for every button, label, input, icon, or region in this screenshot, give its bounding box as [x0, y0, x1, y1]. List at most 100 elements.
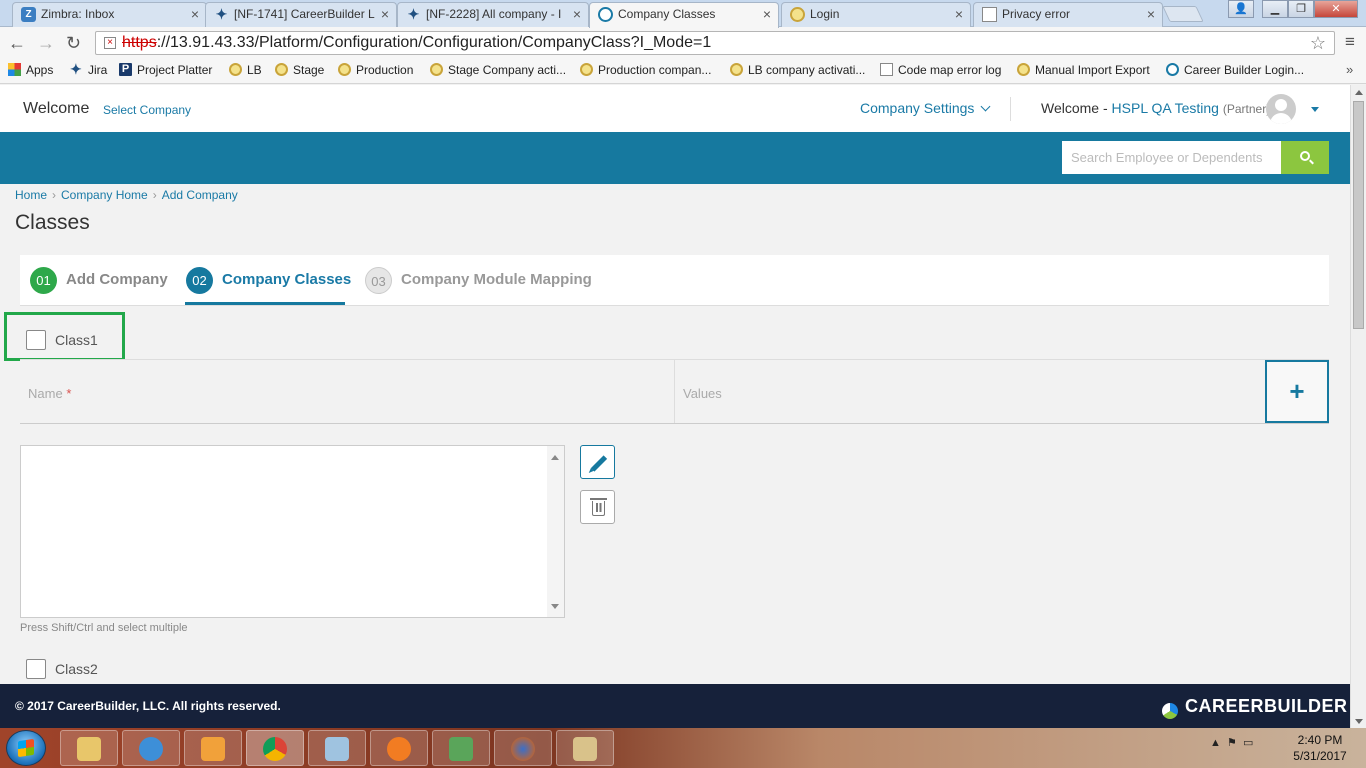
page-icon [880, 63, 893, 76]
system-tray-icons[interactable]: ▲ ⚑ ▭ [1210, 736, 1253, 749]
browser-tab-nf1741[interactable]: ✦ [NF-1741] CareerBuilder L × [205, 2, 397, 27]
bookmark-code-map[interactable]: Code map error log [880, 63, 1001, 77]
bookmark-project-platter[interactable]: P Project Platter [119, 63, 212, 77]
step-number: 01 [30, 267, 57, 294]
scroll-up-icon[interactable] [1355, 90, 1363, 95]
breadcrumb-company-home[interactable]: Company Home [61, 188, 148, 202]
taskbar-paint[interactable] [556, 730, 614, 766]
browser-tab-zimbra[interactable]: Z Zimbra: Inbox × [12, 2, 207, 27]
restore-icon[interactable]: ❐ [1288, 0, 1314, 18]
select-company-link[interactable]: Select Company [103, 103, 191, 117]
bookmark-lb[interactable]: LB [229, 63, 262, 77]
taskbar-explorer[interactable] [60, 730, 118, 766]
user-role: (Partner) [1222, 102, 1271, 116]
taskbar-spreadsheet[interactable] [432, 730, 490, 766]
listbox-scrollbar[interactable] [547, 446, 564, 617]
browser-tab-privacy-error[interactable]: Privacy error × [973, 2, 1163, 27]
search-button[interactable] [1281, 141, 1329, 174]
class1-checkbox[interactable] [26, 330, 46, 350]
clock-date: 5/31/2017 [1293, 749, 1347, 763]
bookmark-lb-company[interactable]: LB company activati... [730, 63, 865, 77]
site-icon [580, 63, 593, 76]
pencil-icon [590, 455, 608, 472]
jira-icon: ✦ [70, 61, 82, 77]
bookmark-production[interactable]: Production [338, 63, 413, 77]
scroll-thumb[interactable] [1353, 101, 1364, 329]
bookmark-jira[interactable]: ✦ Jira [70, 61, 107, 77]
user-menu-caret-icon[interactable] [1311, 107, 1319, 112]
bookmarks-bar: Apps ✦ Jira P Project Platter LB Stage Pro… [0, 59, 1366, 84]
values-listbox[interactable] [20, 445, 565, 618]
company-settings-menu[interactable]: Company Settings [860, 100, 991, 116]
user-icon[interactable]: 👤 [1228, 0, 1254, 18]
tab-label: [NF-2228] All company - I [426, 7, 562, 21]
taskbar-ie[interactable] [122, 730, 180, 766]
class-values-field[interactable]: Values [675, 360, 1265, 423]
edit-value-button[interactable] [580, 445, 615, 479]
search-input[interactable] [1062, 141, 1281, 174]
bookmark-production-company[interactable]: Production compan... [580, 63, 711, 77]
taskbar-app-flame[interactable] [370, 730, 428, 766]
close-tab-icon[interactable]: × [381, 3, 389, 25]
firefox-icon [511, 737, 535, 761]
taskbar-media[interactable] [184, 730, 242, 766]
step-add-company[interactable]: 01 Add Company [30, 267, 168, 294]
scroll-up-icon[interactable] [551, 455, 559, 460]
bookmark-career-builder-login[interactable]: Career Builder Login... [1166, 63, 1304, 77]
browser-tab-login[interactable]: Login × [781, 2, 971, 27]
class-name-field[interactable]: Name * [20, 360, 675, 423]
forward-icon[interactable]: → [37, 33, 55, 54]
reload-icon[interactable]: ↻ [66, 33, 81, 54]
minimize-icon[interactable]: ▁ [1262, 0, 1288, 18]
browser-tab-nf2228[interactable]: ✦ [NF-2228] All company - I × [397, 2, 589, 27]
add-value-button[interactable]: + [1265, 360, 1329, 423]
delete-value-button[interactable] [580, 490, 615, 524]
taskbar-chrome[interactable] [246, 730, 304, 766]
bookmark-stage[interactable]: Stage [275, 63, 324, 77]
breadcrumb-add-company[interactable]: Add Company [162, 188, 238, 202]
user-name[interactable]: HSPL QA Testing [1112, 100, 1219, 116]
step-company-classes[interactable]: 02 Company Classes [186, 267, 351, 294]
scroll-down-icon[interactable] [1355, 719, 1363, 724]
address-bar[interactable]: × https://13.91.43.33/Platform/Configura… [95, 31, 1335, 55]
taskbar-notes[interactable] [308, 730, 366, 766]
breadcrumb: Home › Company Home › Add Company [15, 188, 238, 202]
breadcrumb-home[interactable]: Home [15, 188, 47, 202]
class1-label: Class1 [55, 332, 98, 348]
close-tab-icon[interactable]: × [191, 3, 199, 25]
chevron-down-icon [980, 101, 991, 112]
bookmark-star-icon[interactable]: ☆ [1310, 32, 1326, 54]
back-icon[interactable]: ← [8, 33, 26, 54]
taskbar-clock[interactable]: 2:40 PM 5/31/2017 [1285, 732, 1355, 764]
bookmark-manual-import[interactable]: Manual Import Export [1017, 63, 1150, 77]
taskbar-firefox[interactable] [494, 730, 552, 766]
avatar[interactable] [1266, 94, 1296, 124]
header-divider [1010, 97, 1011, 121]
bookmark-stage-company[interactable]: Stage Company acti... [430, 63, 566, 77]
project-platter-icon: P [119, 63, 132, 76]
page-title: Classes [15, 211, 90, 234]
windows-taskbar: ▲ ⚑ ▭ 2:40 PM 5/31/2017 [0, 728, 1366, 768]
careerbuilder-icon [598, 7, 613, 22]
tab-label: Company Classes [618, 7, 716, 21]
page-scrollbar[interactable] [1350, 85, 1366, 728]
browser-menu-icon[interactable]: ≡ [1345, 32, 1355, 52]
close-tab-icon[interactable]: × [763, 3, 771, 25]
bookmark-apps[interactable]: Apps [8, 63, 53, 77]
bookmarks-overflow-icon[interactable]: » [1346, 62, 1353, 77]
close-tab-icon[interactable]: × [1147, 3, 1155, 25]
class2-checkbox[interactable] [26, 659, 46, 679]
trash-icon [590, 498, 607, 516]
browser-tab-company-classes[interactable]: Company Classes × [589, 2, 779, 28]
close-window-icon[interactable]: ✕ [1314, 0, 1358, 18]
insecure-lock-icon: × [104, 37, 116, 49]
close-tab-icon[interactable]: × [573, 3, 581, 25]
notepad-icon [325, 737, 349, 761]
new-tab-button[interactable] [1162, 6, 1204, 22]
breadcrumb-separator: › [52, 188, 57, 202]
windows-start-icon[interactable] [6, 730, 46, 766]
close-tab-icon[interactable]: × [955, 3, 963, 25]
tab-label: Zimbra: Inbox [41, 7, 115, 21]
step-company-module-mapping[interactable]: 03 Company Module Mapping [365, 267, 592, 294]
scroll-down-icon[interactable] [551, 604, 559, 609]
